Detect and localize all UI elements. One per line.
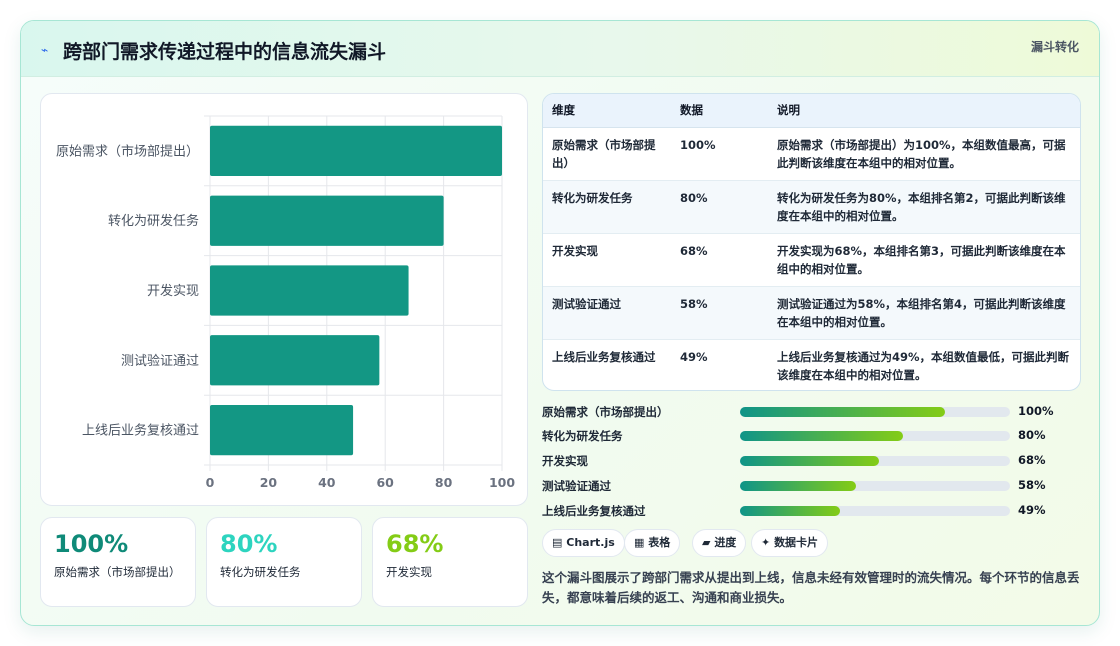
category-label: 测试验证通过 [121,353,199,369]
progress-fill [740,456,880,466]
column-header-note: 说明 [768,94,1080,128]
category-label: 原始需求（市场部提出） [56,143,199,159]
table-icon: ▦ [634,536,645,549]
lightning-icon: ⌁ [41,43,49,57]
chip-label: 数据卡片 [774,536,819,549]
category-label: 上线后业务复核通过 [82,423,199,439]
cell-dimension: 上线后业务复核通过 [552,349,656,364]
chip-label: 进度 [714,536,737,549]
kpi-value: 80% [220,530,278,558]
cell-value: 49% [680,349,708,364]
progress-label: 转化为研发任务 [542,429,623,443]
progress-value: 68% [1018,453,1046,467]
progress-fill [740,431,904,441]
bar [210,125,502,177]
column-header-dimension: 维度 [543,94,671,128]
progress-label: 原始需求（市场部提出） [542,405,669,419]
category-label: 转化为研发任务 [108,213,199,229]
bar-chart: 原始需求（市场部提出） 转化为研发任务开发实现测试验证通过上线后业务复核通过 0 20… [56,115,515,490]
cell-dimension: 转化为研发任务 [543,180,671,234]
progress-icon: ▰ [702,536,711,549]
dashboard-card: ⌁ 跨部门需求传递过程中的信息流失漏斗 漏斗转化 原始需求（市场部提出） 转化为研… [20,20,1100,626]
chart-type-tag: 漏斗转化 [1030,40,1079,54]
category-label: 开发实现 [147,283,199,299]
progress-row: 测试验证通过 58% [542,476,1082,496]
cell-note: 上线后业务复核通过为49%，本组数值最低，可据此判断该维度在本组中的相对位置。 [777,349,1070,382]
progress-fill [740,407,946,417]
progress-label: 上线后业务复核通过 [542,504,646,518]
cell-value: 58% [671,286,768,340]
cell-value: 68% [671,233,768,287]
chip-table[interactable]: ▦ 表格 [624,529,681,557]
progress-row: 开发实现 68% [542,451,1082,471]
progress-track [740,431,1010,441]
kpi-card-1: 100% 原始需求（市场部提出） [40,517,196,607]
progress-value: 80% [1018,428,1046,442]
progress-value: 100% [1018,404,1054,418]
kpi-label: 开发实现 [386,565,432,579]
progress-row: 转化为研发任务 80% [542,426,1082,446]
chip-label: Chart.js [566,536,615,549]
cell-value: 100% [671,127,768,181]
cell-dimension: 原始需求（市场部提出） [543,127,671,181]
bar [210,404,354,456]
x-tick-label: 80 [435,475,453,490]
kpi-label: 原始需求（市场部提出） [54,565,181,579]
cell-dimension: 测试验证通过 [543,286,671,340]
kpi-card-2: 80% 转化为研发任务 [206,517,362,607]
bar [210,265,409,316]
chart-icon: ▤ [552,536,563,549]
chip-label: 表格 [648,536,671,549]
cell-value: 80% [671,180,768,234]
bar [210,195,444,246]
bar-chart-panel: 原始需求（市场部提出） 转化为研发任务开发实现测试验证通过上线后业务复核通过 0 20… [40,93,528,506]
progress-track [740,456,1010,466]
cell-note: 开发实现为68%，本组排名第3，可据此判断该维度在本组中的相对位置。 [768,233,1080,287]
table-row: 原始需求（市场部提出） 100% 原始需求（市场部提出）为100%，本组数值最高… [543,127,1080,181]
chip-data-card[interactable]: ✦ 数据卡片 [751,529,829,557]
kpi-card-3: 68% 开发实现 [372,517,528,607]
table-row: 转化为研发任务 80% 转化为研发任务为80%，本组排名第2，可据此判断该维度在… [543,180,1080,234]
progress-value: 49% [1018,503,1046,517]
progress-fill [740,506,840,516]
cell-note: 测试验证通过为58%，本组排名第4，可据此判断该维度在本组中的相对位置。 [768,286,1080,340]
table-header-row: 维度 数据 说明 [543,94,1080,128]
x-tick-label: 20 [260,475,278,490]
bar [210,335,380,386]
progress-row: 上线后业务复核通过 49% [542,501,1082,521]
chip-progress[interactable]: ▰ 进度 [692,529,747,557]
progress-label: 开发实现 [542,454,588,468]
progress-track [740,481,1010,491]
kpi-label: 转化为研发任务 [220,565,301,579]
x-tick-label: 40 [318,475,336,490]
kpi-value: 68% [386,530,444,558]
x-tick-label: 0 [206,475,215,490]
progress-row: 原始需求（市场部提出） 100% [542,402,1082,422]
table-row: 测试验证通过 58% 测试验证通过为58%，本组排名第4，可据此判断该维度在本组… [543,286,1080,340]
progress-track [740,407,1010,417]
progress-track [740,506,1010,516]
column-header-value: 数据 [671,94,768,128]
cell-note: 原始需求（市场部提出）为100%，本组数值最高，可据此判断该维度在本组中的相对位… [768,127,1080,181]
chart-description: 这个漏斗图展示了跨部门需求从提出到上线，信息未经有效管理时的流失情况。每个环节的… [542,570,1080,605]
progress-fill [740,481,857,491]
kpi-value: 100% [54,530,129,558]
table-row: 上线后业务复核通过 49% 上线后业务复核通过为49%，本组数值最低，可据此判断… [543,339,1080,390]
table-row: 开发实现 68% 开发实现为68%，本组排名第3，可据此判断该维度在本组中的相对… [543,233,1080,287]
x-tick-label: 60 [376,475,394,490]
cell-note: 转化为研发任务为80%，本组排名第2，可据此判断该维度在本组中的相对位置。 [768,180,1080,234]
header: ⌁ 跨部门需求传递过程中的信息流失漏斗 漏斗转化 [21,21,1099,77]
page-title: 跨部门需求传递过程中的信息流失漏斗 [63,41,387,63]
x-tick-label: 100 [489,475,515,490]
progress-value: 58% [1018,478,1046,492]
data-table: 维度 数据 说明 原始需求（市场部提出） 100% 原始需求（市场部提出）为10… [542,93,1081,391]
chip-chartjs[interactable]: ▤ Chart.js [542,529,625,557]
cell-dimension: 开发实现 [543,233,671,287]
sparkle-icon: ✦ [761,536,771,549]
progress-label: 测试验证通过 [542,479,611,493]
